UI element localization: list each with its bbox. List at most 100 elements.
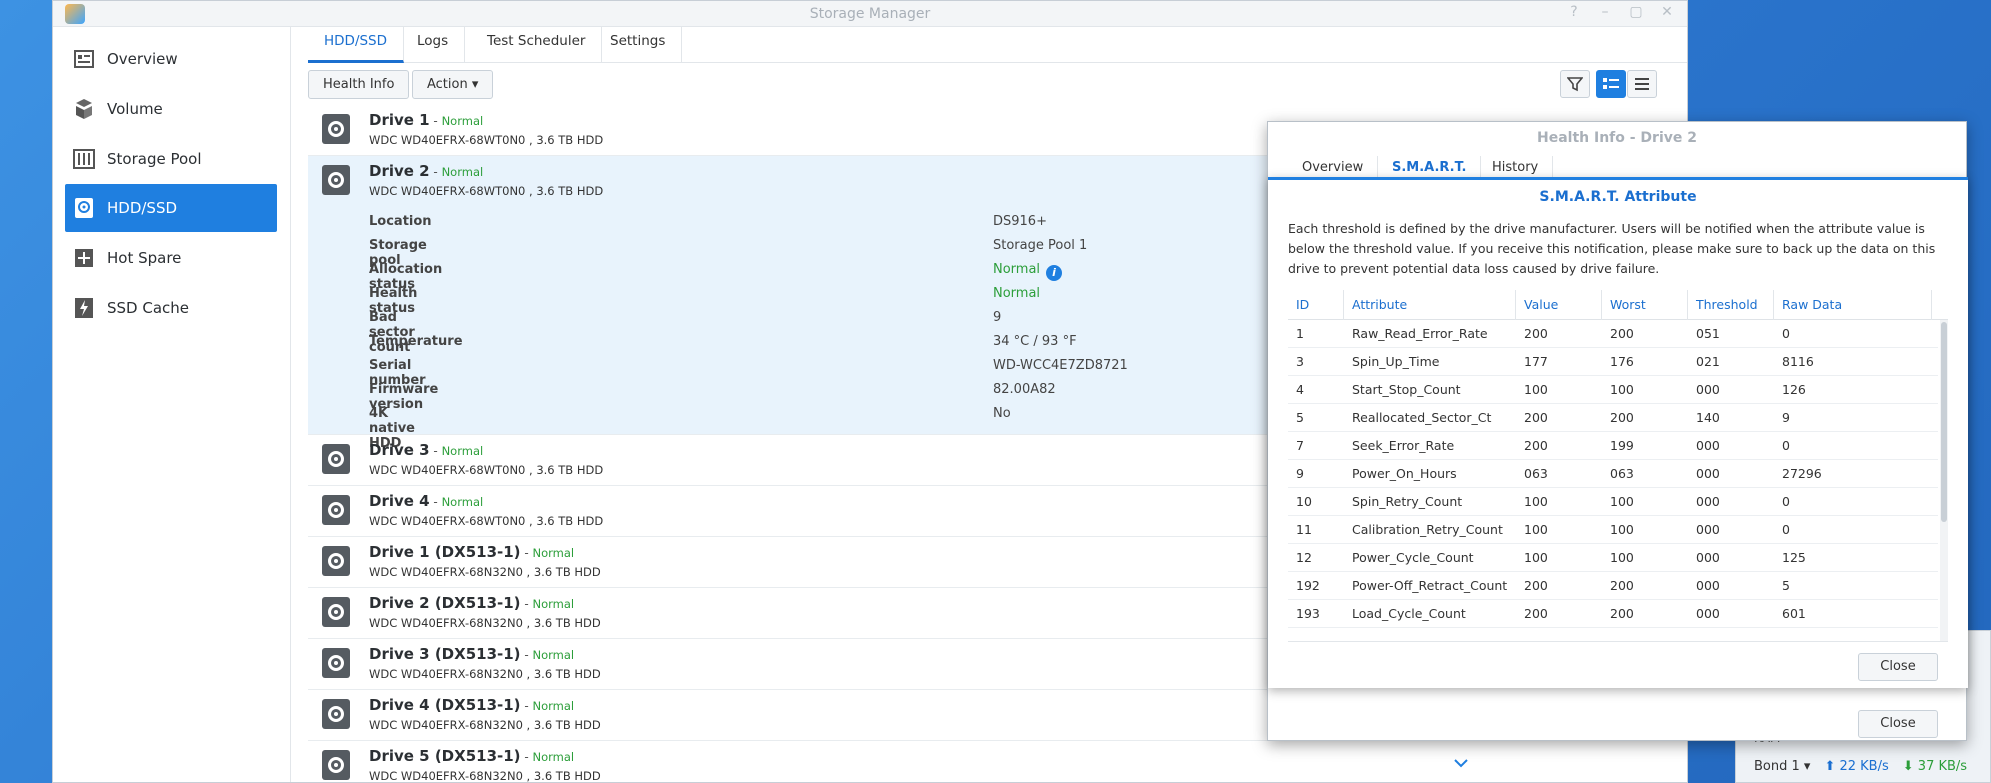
- dialog-close-button[interactable]: Close: [1858, 710, 1938, 738]
- column-header[interactable]: Worst: [1602, 290, 1688, 320]
- hdd-icon: [322, 546, 350, 576]
- detail-value: Storage Pool 1: [993, 238, 1088, 253]
- close-icon[interactable]: ✕: [1657, 4, 1677, 20]
- status-badge: Normal: [441, 165, 484, 179]
- cell-attribute: Spin_Retry_Count: [1352, 494, 1463, 509]
- info-icon[interactable]: i: [1046, 265, 1063, 281]
- tab-hdd-ssd[interactable]: HDD/SSD: [308, 27, 405, 63]
- column-header[interactable]: Threshold: [1688, 290, 1774, 320]
- cell-worst: 199: [1610, 438, 1634, 453]
- cell-value: 200: [1524, 438, 1548, 453]
- table-row[interactable]: 192 Power-Off_Retract_Count 200 200 000 5: [1288, 572, 1938, 600]
- table-row[interactable]: 12 Power_Cycle_Count 100 100 000 125: [1288, 544, 1938, 572]
- download-rate: ⬇ 37 KB/s: [1902, 759, 1968, 774]
- detail-label: Location: [369, 214, 432, 229]
- health-info-button[interactable]: Health Info: [308, 70, 410, 99]
- column-header[interactable]: Value: [1516, 290, 1602, 320]
- table-row[interactable]: 10 Spin_Retry_Count 100 100 000 0: [1288, 488, 1938, 516]
- cell-id: 12: [1296, 550, 1312, 565]
- hdd-icon: [322, 444, 350, 474]
- table-row[interactable]: 11 Calibration_Retry_Count 100 100 000 0: [1288, 516, 1938, 544]
- hdd-icon: [322, 165, 350, 195]
- cell-attribute: Spin_Up_Time: [1352, 354, 1440, 369]
- status-badge: Normal: [532, 648, 575, 662]
- sidebar-item-hdd-ssd[interactable]: HDD/SSD: [65, 184, 277, 232]
- cell-worst: 200: [1610, 326, 1634, 341]
- cell-threshold: 000: [1696, 494, 1720, 509]
- cell-attribute: Power-Off_Retract_Count: [1352, 578, 1508, 593]
- sidebar-item-hot-spare[interactable]: Hot Spare: [65, 234, 277, 282]
- cell-worst: 063: [1610, 466, 1634, 481]
- scrollbar[interactable]: [1940, 320, 1948, 641]
- cell-raw-data: 0: [1782, 326, 1790, 341]
- network-row: Bond 1 ▾ ⬆ 22 KB/s ⬇ 37 KB/s: [1754, 759, 1984, 774]
- cell-value: 100: [1524, 494, 1548, 509]
- detail-value: Normal: [993, 286, 1041, 301]
- cell-raw-data: 601: [1782, 606, 1806, 621]
- cell-attribute: Load_Cycle_Count: [1352, 606, 1466, 621]
- column-header[interactable]: ID: [1288, 290, 1344, 320]
- scrollbar-thumb[interactable]: [1941, 322, 1947, 522]
- sidebar-item-volume[interactable]: Volume: [65, 85, 277, 133]
- help-icon[interactable]: ?: [1564, 4, 1584, 20]
- hdd-icon: [322, 495, 350, 525]
- minimize-icon[interactable]: –: [1595, 4, 1615, 20]
- tab-test-scheduler[interactable]: Test Scheduler: [471, 27, 603, 63]
- tab-settings[interactable]: Settings: [594, 27, 683, 63]
- sidebar-item-label: Storage Pool: [107, 150, 202, 168]
- cell-id: 192: [1296, 578, 1320, 593]
- cell-id: 3: [1296, 354, 1304, 369]
- table-row[interactable]: 3 Spin_Up_Time 177 176 021 8116: [1288, 348, 1938, 376]
- action-button[interactable]: Action ▾: [412, 70, 494, 99]
- drive-row[interactable]: Drive 5 (DX513-1) - Normal WDC WD40EFRX-…: [308, 741, 1720, 783]
- table-row[interactable]: 4 Start_Stop_Count 100 100 000 126: [1288, 376, 1938, 404]
- cell-raw-data: 0: [1782, 522, 1790, 537]
- cell-raw-data: 9: [1782, 410, 1790, 425]
- table-row[interactable]: 5 Reallocated_Sector_Ct 200 200 140 9: [1288, 404, 1938, 432]
- bond-select[interactable]: Bond 1 ▾: [1754, 759, 1810, 774]
- close-button[interactable]: Close: [1858, 653, 1938, 681]
- main-tabs: HDD/SSD Logs Test Scheduler Settings: [308, 27, 1687, 63]
- drive-name: Drive 3 - Normal: [369, 441, 484, 459]
- cell-threshold: 140: [1696, 410, 1720, 425]
- tab-logs[interactable]: Logs: [401, 27, 466, 63]
- titlebar[interactable]: Storage Manager ? – ▢ ✕: [53, 1, 1687, 27]
- drive-name: Drive 2 (DX513-1) - Normal: [369, 594, 575, 612]
- sidebar-item-label: SSD Cache: [107, 299, 190, 317]
- cell-worst: 176: [1610, 354, 1634, 369]
- drive-name: Drive 3 (DX513-1) - Normal: [369, 645, 575, 663]
- hdd-icon: [322, 648, 350, 678]
- table-row[interactable]: 7 Seek_Error_Rate 200 199 000 0: [1288, 432, 1938, 460]
- ssd-cache-icon: [73, 297, 95, 319]
- filter-button[interactable]: [1560, 70, 1590, 98]
- window-title: Storage Manager: [809, 6, 931, 22]
- list-icon: [1635, 78, 1649, 90]
- table-row[interactable]: 1 Raw_Read_Error_Rate 200 200 051 0: [1288, 320, 1938, 348]
- cell-raw-data: 126: [1782, 382, 1806, 397]
- drive-model: WDC WD40EFRX-68WT0N0 , 3.6 TB HDD: [369, 514, 604, 528]
- cell-threshold: 000: [1696, 550, 1720, 565]
- cell-attribute: Raw_Read_Error_Rate: [1352, 326, 1488, 341]
- status-badge: Normal: [532, 597, 575, 611]
- column-header[interactable]: Raw Data: [1774, 290, 1932, 320]
- status-badge: Normal: [441, 114, 484, 128]
- list-view-button[interactable]: [1627, 70, 1657, 98]
- cell-value: 200: [1524, 410, 1548, 425]
- table-header: ID Attribute Value Worst Threshold Raw D…: [1288, 290, 1948, 320]
- table-row[interactable]: 9 Power_On_Hours 063 063 000 27296: [1288, 460, 1938, 488]
- cell-threshold: 051: [1696, 326, 1720, 341]
- chevron-down-icon[interactable]: [1453, 757, 1469, 773]
- drive-name: Drive 1 (DX513-1) - Normal: [369, 543, 575, 561]
- cell-attribute: Seek_Error_Rate: [1352, 438, 1455, 453]
- sidebar-item-overview[interactable]: Overview: [65, 35, 277, 83]
- sidebar-item-label: Overview: [107, 50, 178, 68]
- sidebar-item-ssd-cache[interactable]: SSD Cache: [65, 284, 277, 332]
- sidebar-item-storage-pool[interactable]: Storage Pool: [65, 135, 277, 183]
- maximize-icon[interactable]: ▢: [1626, 4, 1646, 20]
- table-row[interactable]: 193 Load_Cycle_Count 200 200 000 601: [1288, 600, 1938, 628]
- drive-model: WDC WD40EFRX-68WT0N0 , 3.6 TB HDD: [369, 184, 604, 198]
- detail-view-button[interactable]: [1596, 70, 1626, 98]
- hdd-icon: [322, 750, 350, 780]
- smart-attribute-panel: S.M.A.R.T. Attribute Each threshold is d…: [1268, 177, 1968, 688]
- column-header[interactable]: Attribute: [1344, 290, 1516, 320]
